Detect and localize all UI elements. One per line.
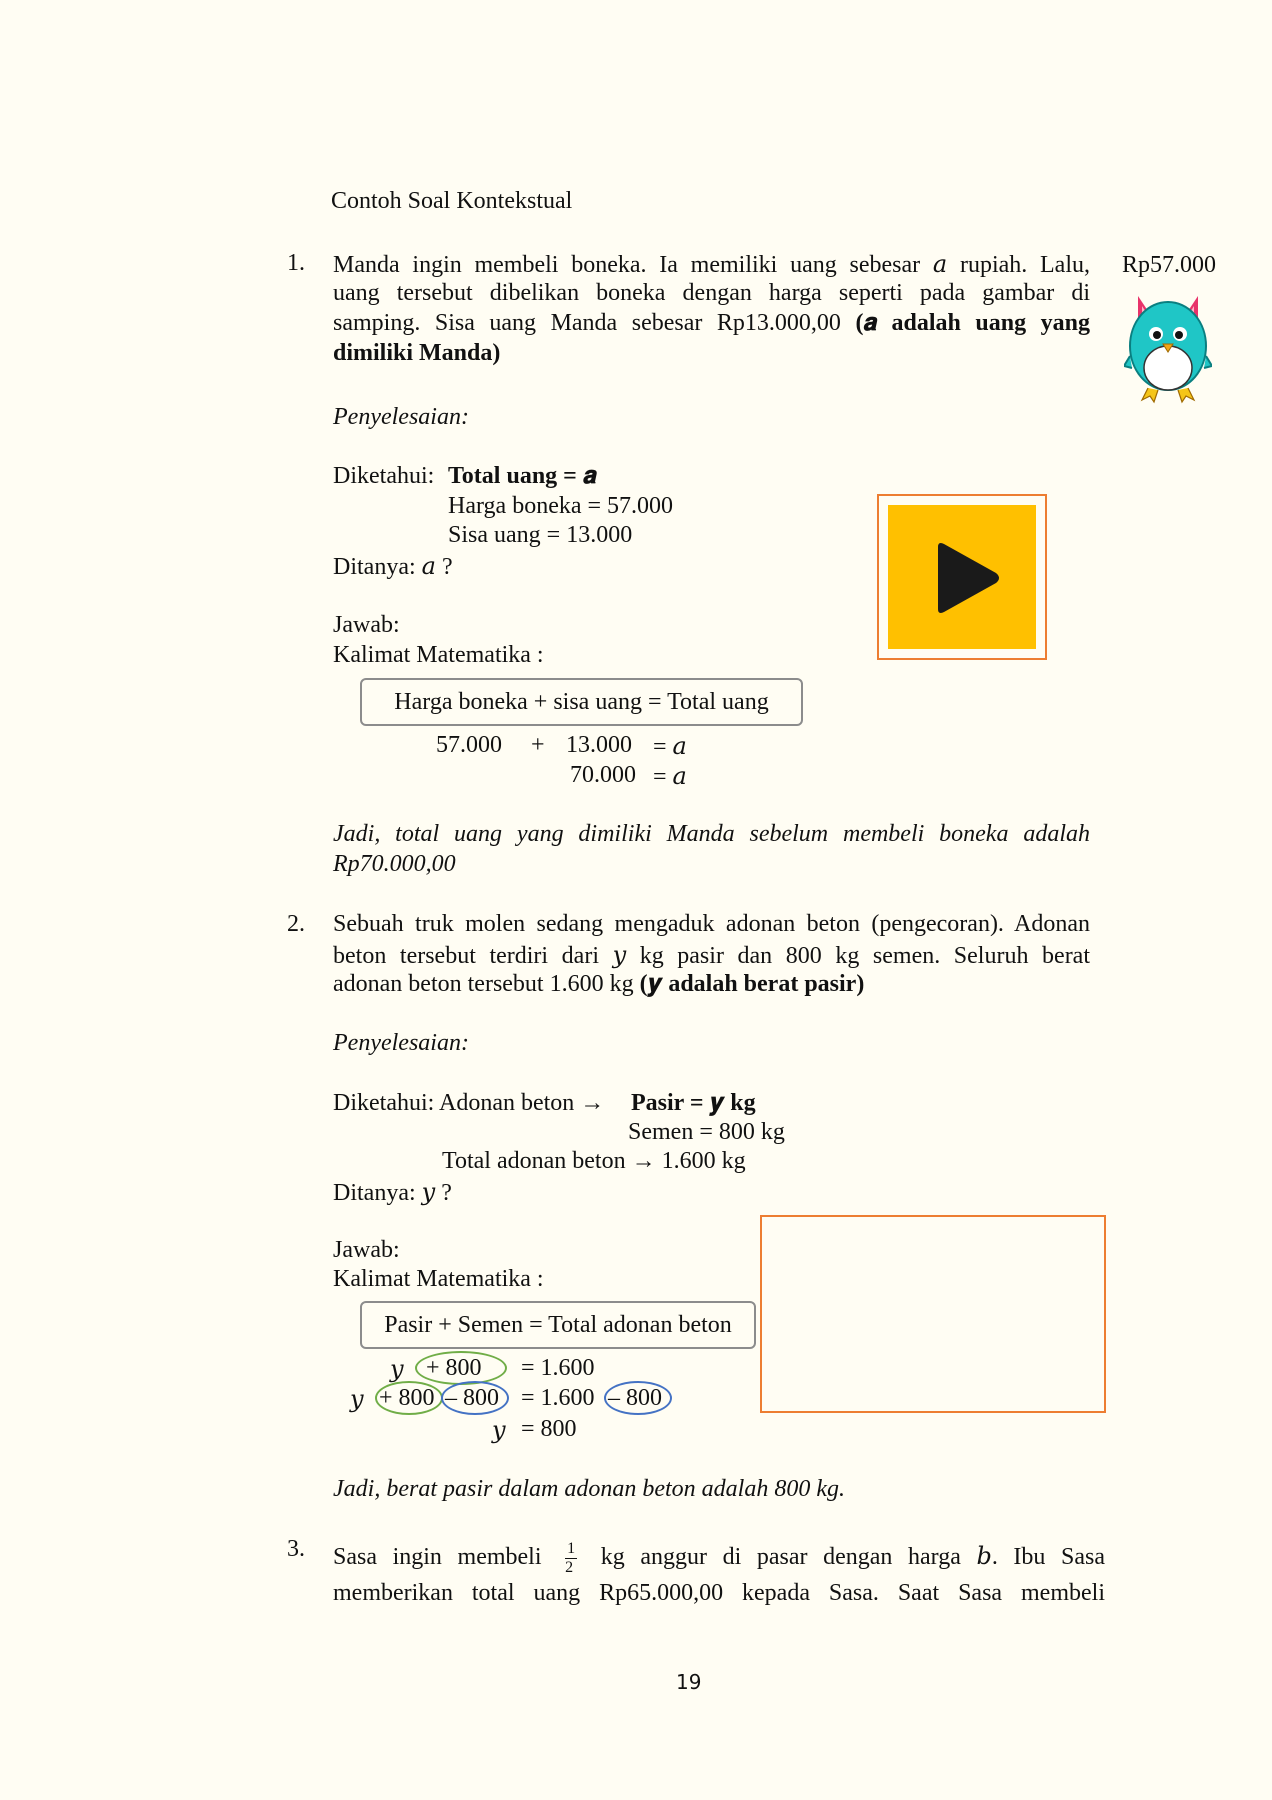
- q2-eq2-minus-right: – 800: [608, 1385, 662, 1411]
- q2-asked: Ditanya: 𝑦 ?: [333, 1180, 452, 1206]
- q2-eq2-result: = 1.600: [521, 1385, 595, 1411]
- question-1-line-1: Manda ingin membeli boneka. Ia memiliki …: [333, 252, 1090, 278]
- q2-known-cement: Semen = 800 kg: [628, 1119, 785, 1145]
- question-2-line-2: beton tersebut terdiri dari 𝑦 kg pasir d…: [333, 943, 1090, 969]
- question-1-line-3: samping. Sisa uang Manda sebesar Rp13.00…: [333, 310, 1090, 337]
- question-3-line-1-pre: Sasa ingin membeli: [333, 1544, 542, 1570]
- question-3-number: 3.: [287, 1536, 305, 1562]
- furby-doll-icon: [1122, 286, 1214, 404]
- question-1-line-2: uang tersebut dibelikan boneka dengan ha…: [333, 280, 1090, 306]
- q2-formula-box: Pasir + Semen = Total adonan beton: [360, 1301, 756, 1349]
- fraction-denominator: 2: [565, 1558, 574, 1576]
- question-2-line-1: Sebuah truk molen sedang mengaduk adonan…: [333, 911, 1090, 937]
- question-3-line-1-post: kg anggur di pasar dengan harga 𝑏. Ibu S…: [600, 1544, 1106, 1570]
- q1-eq2-a: 70.000: [570, 762, 636, 788]
- q2-solution-label: Penyelesaian:: [333, 1030, 469, 1056]
- question-2-line-3-bold: (𝒚 adalah berat pasir): [639, 971, 865, 997]
- question-1-line-4: dimiliki Manda): [333, 340, 501, 366]
- q1-eq2-result: = 𝑎: [653, 764, 687, 790]
- video-frame[interactable]: [877, 494, 1047, 660]
- question-1-line-3-text: samping. Sisa uang Manda sebesar Rp13.00…: [333, 310, 841, 336]
- q1-conclusion-line-2: Rp70.000,00: [333, 851, 456, 877]
- q2-answer-label: Jawab:: [333, 1237, 400, 1263]
- q1-eq1-a: 57.000: [436, 732, 502, 758]
- q2-eq1-result: = 1.600: [521, 1355, 595, 1381]
- q1-answer-label: Jawab:: [333, 612, 400, 638]
- q1-solution-label: Penyelesaian:: [333, 404, 469, 430]
- question-1-line-3-bold: (𝒂 adalah uang yang: [855, 310, 1090, 336]
- price-tag: Rp57.000: [1122, 252, 1217, 278]
- q1-asked: Ditanya: 𝑎 ?: [333, 554, 453, 580]
- q2-known-sand: Pasir = 𝒚 kg: [631, 1090, 756, 1116]
- q1-math-sentence-label: Kalimat Matematika :: [333, 642, 544, 668]
- play-button[interactable]: [888, 505, 1036, 649]
- q2-eq1-plus: + 800: [426, 1355, 482, 1381]
- document-page: Contoh Soal Kontekstual 1. Manda ingin m…: [0, 0, 1272, 1800]
- q1-known-price: Harga boneka = 57.000: [448, 493, 674, 519]
- fraction-one-half: 1 2: [565, 1539, 578, 1577]
- q1-eq1-b: 13.000: [566, 732, 632, 758]
- q2-known-total: Total adonan beton → 1.600 kg: [442, 1148, 746, 1174]
- question-2-number: 2.: [287, 911, 305, 937]
- q1-eq1-result: = 𝑎: [653, 734, 687, 760]
- q2-eq3-y: 𝑦: [492, 1418, 506, 1444]
- fraction-numerator: 1: [565, 1539, 578, 1559]
- q2-math-sentence-label: Kalimat Matematika :: [333, 1266, 544, 1292]
- play-icon: [938, 543, 999, 613]
- q2-known-label: Diketahui: Adonan beton →: [333, 1090, 605, 1116]
- q2-eq3-result: = 800: [521, 1416, 577, 1442]
- q1-known-label: Diketahui:: [333, 463, 435, 489]
- q1-known-total: Total uang = 𝒂: [448, 463, 597, 489]
- q1-eq1-op: +: [531, 732, 545, 758]
- page-number: 19: [676, 1670, 702, 1694]
- question-3-line-1: Sasa ingin membeli 1 2 kg anggur di pasa…: [333, 1537, 1105, 1577]
- question-3-line-2: memberikan total uang Rp65.000,00 kepada…: [333, 1580, 1105, 1606]
- q1-known-rest: Sisa uang = 13.000: [448, 522, 633, 548]
- q2-eq2-plus: + 800: [379, 1385, 435, 1411]
- section-heading: Contoh Soal Kontekstual: [331, 188, 573, 214]
- q2-eq1-y: 𝑦: [390, 1357, 404, 1383]
- q2-eq2-minus: – 800: [445, 1385, 499, 1411]
- question-2-line-3-text: adonan beton tersebut 1.600 kg: [333, 971, 634, 997]
- question-2-line-3: adonan beton tersebut 1.600 kg (𝒚 adalah…: [333, 971, 864, 998]
- q1-formula-box: Harga boneka + sisa uang = Total uang: [360, 678, 803, 726]
- q2-eq2-y: 𝑦: [350, 1387, 364, 1413]
- q1-conclusion-line-1: Jadi, total uang yang dimiliki Manda seb…: [333, 821, 1090, 847]
- image-placeholder-frame: [760, 1215, 1106, 1413]
- q2-conclusion: Jadi, berat pasir dalam adonan beton ada…: [333, 1476, 845, 1502]
- question-1-number: 1.: [287, 250, 305, 276]
